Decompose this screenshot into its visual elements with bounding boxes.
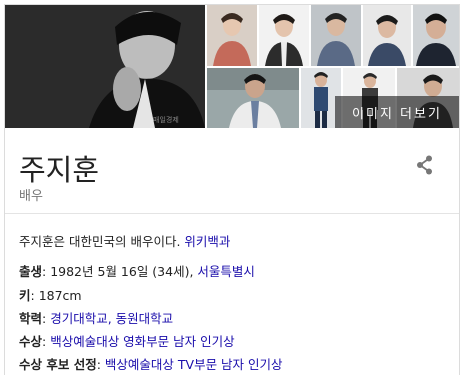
more-images-label: 이미지 더보기 [352,106,442,122]
description-text: 주지훈은 대한민국의 배우이다. [19,234,185,249]
thumbnail-5[interactable] [413,5,459,66]
entity-title: 주지훈 [19,153,100,187]
thumbnail-6[interactable] [207,68,299,128]
watermark-text: 매일경제 [153,116,179,124]
fact-key[interactable]: 학력 [19,311,42,326]
fact-birth: 출생: 1982년 5월 16일 (34세), 서울특별시 [19,261,255,280]
fact-nominations: 수상 후보 선정: 백상예술대상 TV부문 남자 인기상 [19,354,283,373]
image-gallery: 매일경제 이미지 더보기 [5,5,459,128]
fact-value: 187cm [38,288,82,303]
fact-awards: 수상: 백상예술대상 영화부문 남자 인기상 [19,331,235,350]
fact-key[interactable]: 키 [19,288,31,303]
description: 주지훈은 대한민국의 배우이다. 위키백과 [19,231,230,250]
fact-education: 학력: 경기대학교, 동원대학교 [19,308,173,327]
thumbnail-2[interactable] [259,5,309,66]
thumbnail-1[interactable] [207,5,257,66]
thumbnail-3[interactable] [311,5,361,66]
fact-key[interactable]: 출생 [19,264,42,279]
title-block: 주지훈 배우 [5,129,459,213]
fact-sep: : [42,334,51,349]
main-photo[interactable]: 매일경제 [5,5,205,128]
divider [5,213,459,214]
fact-sep: : [42,264,51,279]
knowledge-panel: 매일경제 이미지 더보기 주지훈 배우 주지훈은 대한민국의 배우이다. 위키백… [4,4,460,375]
fact-key[interactable]: 수상 [19,334,42,349]
education-link[interactable]: 경기대학교, 동원대학교 [50,311,173,326]
fact-value: 1982년 5월 16일 (34세), [50,264,198,279]
wikipedia-link[interactable]: 위키백과 [184,234,230,249]
fact-sep: : [30,288,39,303]
more-images-button[interactable]: 이미지 더보기 [335,96,459,128]
birthplace-link[interactable]: 서울특별시 [197,264,255,279]
fact-sep: : [96,357,105,372]
share-icon[interactable] [414,154,436,176]
award-link[interactable]: 백상예술대상 영화부문 남자 인기상 [50,334,234,349]
fact-sep: : [42,311,51,326]
entity-subtitle: 배우 [19,189,43,204]
fact-key[interactable]: 수상 후보 선정 [19,357,97,372]
thumbnail-4[interactable] [363,5,411,66]
nomination-link[interactable]: 백상예술대상 TV부문 남자 인기상 [105,357,283,372]
fact-height: 키: 187cm [19,285,82,304]
